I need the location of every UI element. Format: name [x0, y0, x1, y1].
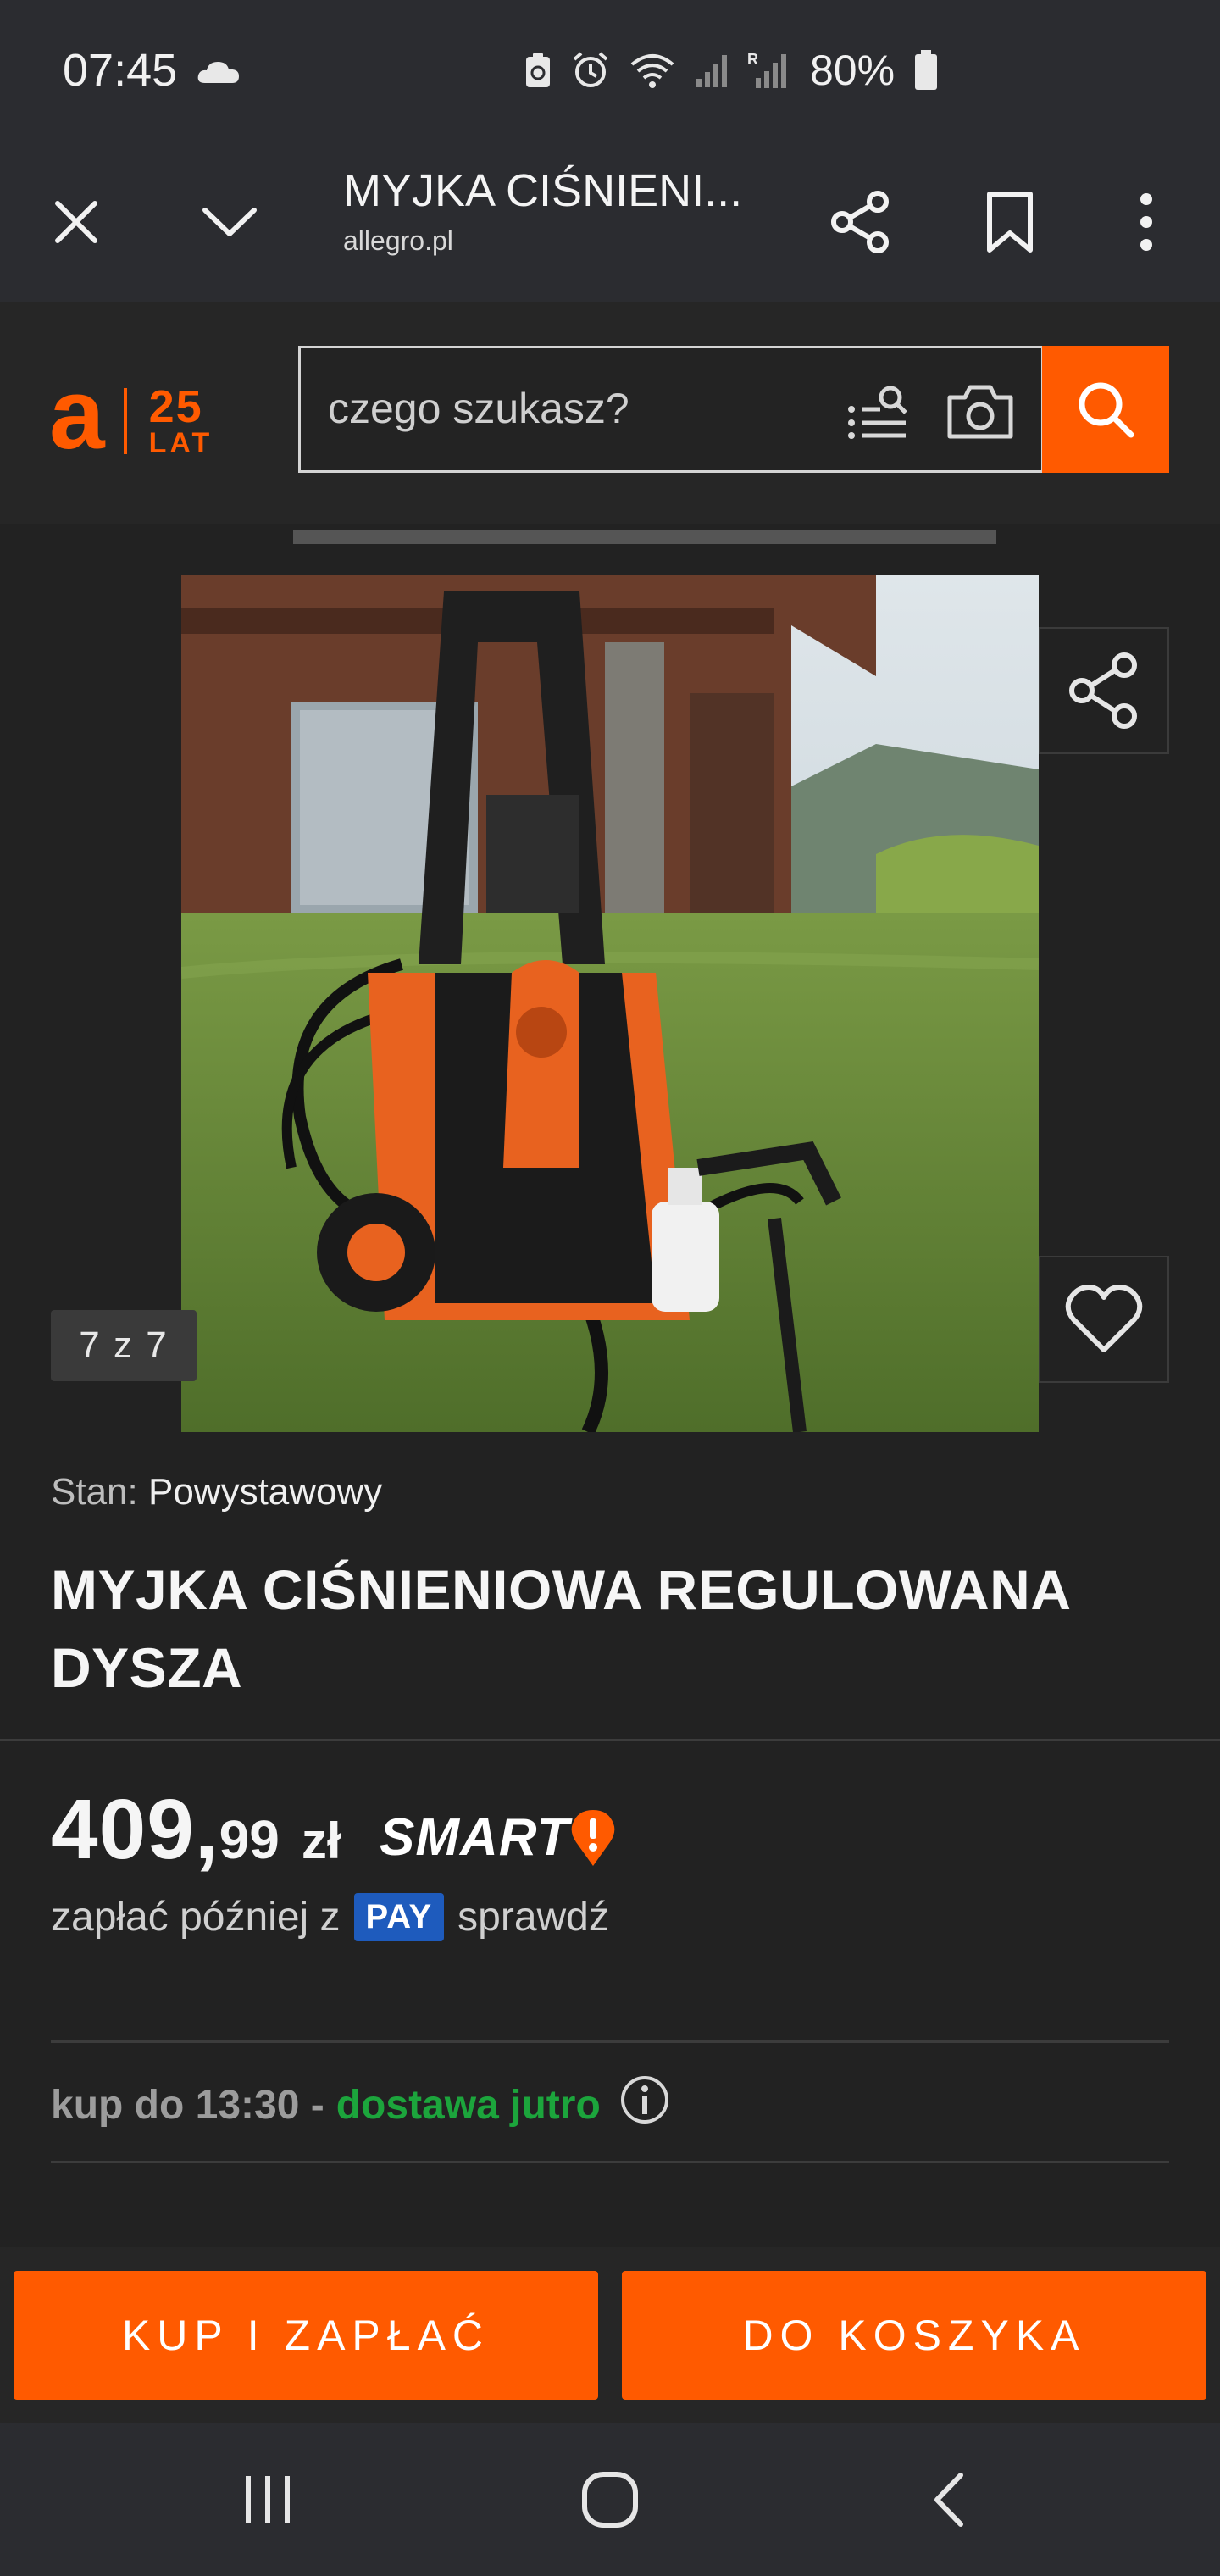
info-icon — [620, 2076, 668, 2124]
buy-now-button[interactable]: KUP I ZAPŁAĆ — [14, 2271, 598, 2400]
search-filter-button[interactable] — [846, 382, 911, 446]
system-navigation-bar — [0, 2423, 1220, 2576]
logo-letter: a — [49, 358, 105, 470]
site-header: a 25 LAT — [0, 302, 1220, 524]
camera-icon — [947, 385, 1013, 439]
search-box — [298, 346, 1044, 473]
logo-suffix: LAT — [148, 426, 214, 459]
pay-later-check-link[interactable]: sprawdź — [458, 1894, 609, 1940]
recent-apps-icon — [246, 2476, 290, 2523]
logo-number: 25 — [148, 381, 203, 433]
recent-apps-button[interactable] — [217, 2457, 319, 2542]
close-icon — [55, 201, 97, 243]
share-icon — [831, 191, 889, 253]
gallery-scroll-indicator — [293, 530, 996, 544]
back-button[interactable] — [898, 2457, 1000, 2542]
product-condition: Stan: Powystawowy — [51, 1471, 382, 1513]
price-currency: zł — [301, 1813, 341, 1869]
heart-icon — [1065, 1285, 1143, 1352]
minimize-button[interactable] — [191, 188, 268, 256]
signal-roaming-icon: R — [747, 51, 786, 88]
product-image[interactable] — [181, 575, 1039, 1432]
alarm-icon — [573, 52, 608, 87]
add-to-cart-button[interactable]: DO KOSZYKA — [622, 2271, 1206, 2400]
pay-later-info: zapłać później z PAY sprawdź — [51, 1893, 609, 1941]
more-options-button[interactable] — [1117, 180, 1176, 264]
chevron-down-icon — [202, 208, 257, 236]
smart-label: SMART — [380, 1807, 570, 1867]
share-button[interactable] — [818, 180, 903, 264]
delivery-info-button[interactable] — [619, 2074, 670, 2135]
cloud-icon — [197, 62, 239, 83]
product-gallery: 7 z 7 — [0, 524, 1220, 1454]
status-bar: 07:45 R 80% — [0, 0, 1220, 142]
delivery-info: kup do 13:30 - dostawa jutro — [51, 2074, 670, 2135]
wifi-icon — [630, 54, 674, 88]
page-title: MYJKA CIŚNIENI... — [343, 165, 743, 216]
home-button[interactable] — [559, 2457, 661, 2542]
logo-separator — [123, 388, 127, 454]
allegro-pay-badge: PAY — [353, 1893, 445, 1941]
status-icons: R 80% — [524, 47, 939, 94]
condition-value: Powystawowy — [147, 1471, 383, 1513]
price-decimal: 99 — [219, 1809, 280, 1870]
gallery-share-button[interactable] — [1039, 627, 1169, 754]
anniversary-badge: 25 LAT — [148, 381, 214, 459]
product-price: 409, 99 zł — [51, 1781, 341, 1879]
image-counter: 7 z 7 — [51, 1310, 197, 1381]
image-search-button[interactable] — [946, 382, 1014, 446]
share-icon — [1069, 652, 1137, 729]
smart-exclamation-icon — [571, 1810, 615, 1866]
divider — [51, 2040, 1169, 2043]
search-icon — [1079, 382, 1134, 438]
price-integer: 409, — [51, 1782, 219, 1877]
status-time: 07:45 — [63, 45, 178, 96]
condition-label: Stan: — [51, 1471, 138, 1513]
close-tab-button[interactable] — [42, 188, 110, 256]
smart-badge[interactable]: SMART — [380, 1807, 617, 1868]
battery-percent: 80% — [810, 47, 896, 94]
bookmark-button[interactable] — [968, 180, 1052, 264]
search-input[interactable] — [328, 379, 802, 438]
product-title: MYJKA CIŚNIENIOWA REGULOWANA DYSZA — [51, 1558, 1070, 1699]
battery-icon — [915, 50, 938, 90]
home-icon — [582, 2472, 638, 2528]
allegro-logo[interactable]: a 25 LAT — [49, 364, 214, 464]
bookmark-icon — [987, 192, 1033, 253]
search-list-icon — [848, 386, 907, 439]
back-icon — [934, 2473, 963, 2527]
more-vertical-icon — [1140, 193, 1152, 251]
divider — [0, 1739, 1220, 1741]
divider — [51, 2161, 1169, 2163]
recycle-icon — [526, 53, 550, 87]
signal-icon — [696, 55, 727, 87]
pay-later-text: zapłać później z — [51, 1895, 341, 1940]
favorite-button[interactable] — [1039, 1256, 1169, 1383]
search-button[interactable] — [1042, 346, 1169, 473]
svg-text:R: R — [747, 51, 758, 68]
delivery-deadline: kup do 13:30 - — [51, 2082, 324, 2128]
purchase-actions: KUP I ZAPŁAĆ DO KOSZYKA — [0, 2247, 1220, 2423]
browser-toolbar: MYJKA CIŚNIENI... allegro.pl — [0, 142, 1220, 302]
page-url: allegro.pl — [343, 225, 453, 256]
delivery-tomorrow: dostawa jutro — [336, 2082, 601, 2128]
